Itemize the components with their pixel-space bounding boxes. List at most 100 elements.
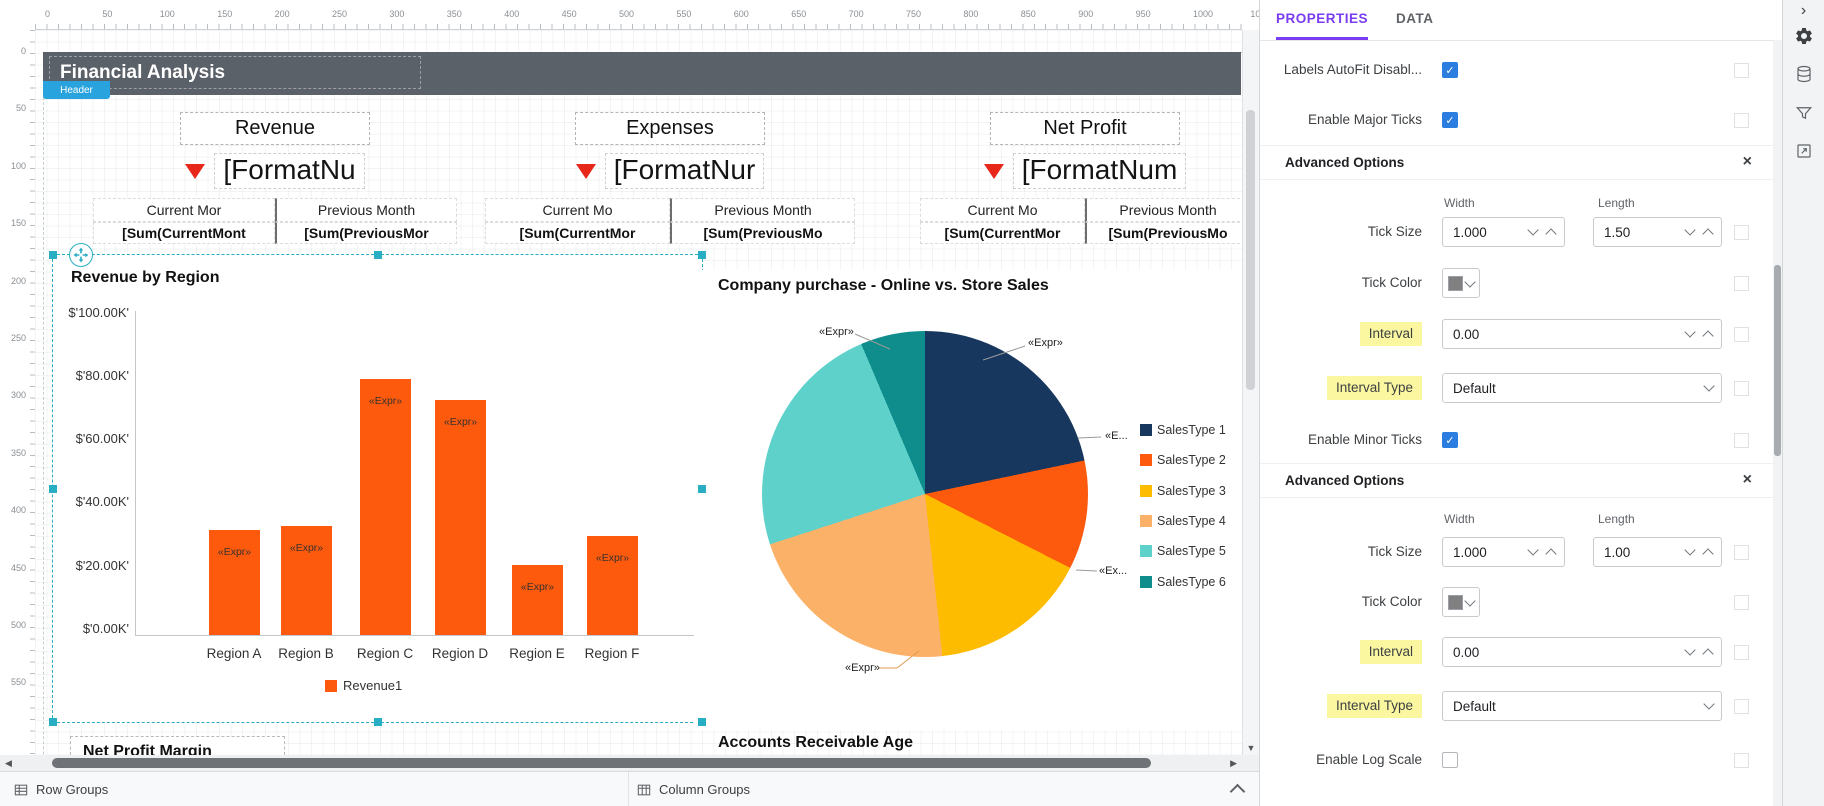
tick-size-length-input[interactable]: 1.00 [1593, 537, 1722, 567]
interval-type-select[interactable]: Default [1442, 691, 1722, 721]
dropdown-chevron-icon[interactable] [1684, 224, 1696, 236]
filter-icon[interactable] [1783, 104, 1824, 122]
tab-data[interactable]: DATA [1396, 0, 1434, 40]
bind-checkbox[interactable] [1734, 225, 1749, 240]
close-icon[interactable]: × [1743, 153, 1752, 171]
scroll-right-arrow-icon[interactable]: ▶ [1230, 758, 1237, 769]
canvas-vertical-scrollbar[interactable]: ▼ [1242, 30, 1259, 755]
kpi-value[interactable]: [Sum(PreviousMo [670, 222, 855, 244]
bar-chart-block[interactable]: Revenue by Region $'100.00K' $'80.00K' $… [49, 243, 706, 726]
tick-size-width-input[interactable]: 1.000 [1442, 217, 1565, 247]
bind-checkbox[interactable] [1734, 327, 1749, 342]
kpi-title[interactable]: Expenses [575, 112, 765, 145]
kpi-format-value[interactable]: [FormatNu [214, 153, 365, 189]
vertical-scroll-thumb[interactable] [1246, 110, 1255, 390]
interval-input[interactable]: 0.00 [1442, 319, 1722, 349]
dropdown-chevron-icon[interactable] [1527, 224, 1539, 236]
kpi-panel-revenue[interactable]: Revenue [FormatNu Current Mor Previous M… [93, 112, 457, 244]
input-value[interactable]: 1.000 [1443, 225, 1527, 240]
net-profit-margin-title[interactable]: Net Profit Margin [70, 736, 285, 755]
dropdown-chevron-icon[interactable] [1684, 326, 1696, 338]
dropdown-chevron-icon[interactable] [1464, 595, 1476, 607]
kpi-panel-net-profit[interactable]: Net Profit [FormatNum Current Mo Previou… [920, 112, 1242, 244]
scroll-down-arrow-icon[interactable]: ▼ [1243, 743, 1259, 753]
panel-scrollbar[interactable] [1773, 40, 1782, 806]
interval-input[interactable]: 0.00 [1442, 637, 1722, 667]
data-source-icon[interactable] [1783, 64, 1824, 84]
column-groups-panel[interactable]: Column Groups [637, 772, 750, 806]
collapse-groups-icon[interactable] [1229, 783, 1246, 800]
horizontal-scroll-thumb[interactable] [52, 758, 1151, 768]
bind-checkbox[interactable] [1734, 381, 1749, 396]
increment-chevron-icon[interactable] [1702, 329, 1714, 342]
tick-color-dropdown[interactable] [1442, 587, 1480, 617]
collapse-panel-icon[interactable]: › [1783, 0, 1824, 22]
kpi-value[interactable]: [Sum(CurrentMont [93, 222, 275, 244]
enable-log-scale-checkbox[interactable] [1442, 752, 1458, 768]
select-value[interactable]: Default [1443, 699, 1703, 714]
dropdown-chevron-icon[interactable] [1527, 544, 1539, 556]
panel-scroll-thumb[interactable] [1774, 265, 1781, 456]
tick-size-width-input[interactable]: 1.000 [1442, 537, 1565, 567]
input-value[interactable]: 1.00 [1594, 545, 1684, 560]
selection-handle[interactable] [698, 251, 706, 259]
increment-chevron-icon[interactable] [1545, 547, 1557, 560]
input-value[interactable]: 0.00 [1443, 645, 1684, 660]
tick-color-dropdown[interactable] [1442, 268, 1480, 298]
increment-chevron-icon[interactable] [1702, 647, 1714, 660]
kpi-value[interactable]: [Sum(PreviousMor [275, 222, 457, 244]
kpi-col-header[interactable]: Current Mo [485, 198, 670, 222]
canvas-horizontal-scrollbar[interactable]: ◀ ▶ [0, 755, 1259, 771]
kpi-col-header[interactable]: Previous Month [670, 198, 855, 222]
selection-handle[interactable] [49, 484, 57, 493]
design-canvas[interactable]: Financial Analysis Header Revenue [Forma… [35, 30, 1242, 755]
pie-chart-block[interactable]: Company purchase - Online vs. Store Sale… [695, 270, 1242, 730]
kpi-value[interactable]: [Sum(CurrentMor [485, 222, 670, 244]
input-value[interactable]: 1.50 [1594, 225, 1684, 240]
increment-chevron-icon[interactable] [1545, 227, 1557, 240]
scroll-left-arrow-icon[interactable]: ◀ [5, 758, 12, 769]
bind-checkbox[interactable] [1734, 113, 1749, 128]
bind-checkbox[interactable] [1734, 545, 1749, 560]
selection-handle[interactable] [698, 718, 706, 726]
dropdown-chevron-icon[interactable] [1464, 276, 1476, 288]
kpi-col-header[interactable]: Previous Month [1085, 198, 1242, 222]
select-value[interactable]: Default [1443, 381, 1703, 396]
bind-checkbox[interactable] [1734, 753, 1749, 768]
kpi-format-value[interactable]: [FormatNur [604, 153, 765, 189]
bind-checkbox[interactable] [1734, 63, 1749, 78]
bind-checkbox[interactable] [1734, 595, 1749, 610]
settings-gear-icon[interactable] [1783, 26, 1824, 46]
selection-handle[interactable] [698, 484, 706, 493]
dropdown-chevron-icon[interactable] [1684, 544, 1696, 556]
bind-checkbox[interactable] [1734, 699, 1749, 714]
header-section-tab[interactable]: Header [43, 81, 110, 99]
kpi-col-header[interactable]: Previous Month [275, 198, 457, 222]
labels-autofit-checkbox[interactable]: ✓ [1442, 62, 1458, 78]
dropdown-chevron-icon[interactable] [1703, 380, 1715, 392]
report-header-band[interactable]: Financial Analysis [43, 52, 1241, 95]
bind-checkbox[interactable] [1734, 645, 1749, 660]
kpi-title[interactable]: Revenue [180, 112, 370, 145]
kpi-value[interactable]: [Sum(PreviousMo [1085, 222, 1242, 244]
kpi-panel-expenses[interactable]: Expenses [FormatNur Current Mo Previous … [485, 112, 855, 244]
kpi-format-value[interactable]: [FormatNum [1012, 153, 1187, 189]
selection-handle[interactable] [49, 251, 57, 259]
increment-chevron-icon[interactable] [1702, 227, 1714, 240]
enable-major-ticks-checkbox[interactable]: ✓ [1442, 112, 1458, 128]
enable-minor-ticks-checkbox[interactable]: ✓ [1442, 432, 1458, 448]
bind-checkbox[interactable] [1734, 276, 1749, 291]
interval-type-select[interactable]: Default [1442, 373, 1722, 403]
page-layout-icon[interactable] [1783, 142, 1824, 160]
selection-handle[interactable] [373, 718, 382, 726]
tick-size-length-input[interactable]: 1.50 [1593, 217, 1722, 247]
accounts-receivable-title[interactable]: Accounts Receivable Age [718, 734, 913, 752]
input-value[interactable]: 0.00 [1443, 327, 1684, 342]
input-value[interactable]: 1.000 [1443, 545, 1527, 560]
close-icon[interactable]: × [1743, 471, 1752, 489]
increment-chevron-icon[interactable] [1702, 547, 1714, 560]
kpi-col-header[interactable]: Current Mor [93, 198, 275, 222]
kpi-title[interactable]: Net Profit [990, 112, 1180, 145]
dropdown-chevron-icon[interactable] [1684, 644, 1696, 656]
kpi-col-header[interactable]: Current Mo [920, 198, 1085, 222]
